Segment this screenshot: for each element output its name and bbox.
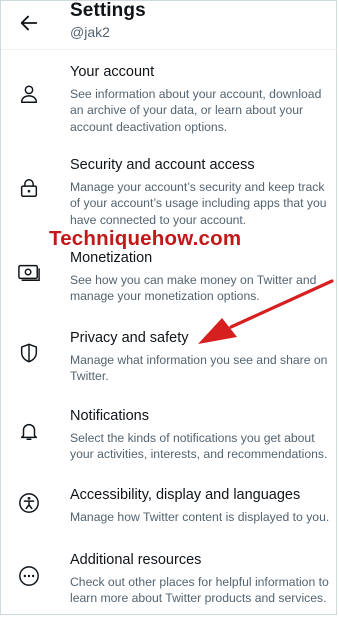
accessibility-icon [17,491,41,515]
settings-item-security[interactable]: Security and account access Manage your … [1,157,338,227]
settings-item-description: See information about your account, down… [70,87,322,134]
settings-item-additional-resources[interactable]: Additional resources Check out other pla… [1,552,338,606]
settings-item-description: Check out other places for helpful infor… [70,575,329,606]
settings-item-label: Your account [70,64,155,80]
settings-item-label: Security and account access [70,157,255,173]
bell-icon [17,419,41,443]
shield-icon [17,341,41,365]
more-icon [17,564,41,588]
settings-item-label: Privacy and safety [70,330,189,346]
settings-item-privacy[interactable]: Privacy and safety Manage what informati… [1,330,338,383]
settings-item-label: Accessibility, display and languages [70,487,301,503]
settings-item-description: Manage what information you see and shar… [70,353,328,384]
settings-item-notifications[interactable]: Notifications Select the kinds of notifi… [1,408,338,461]
header: Settings @jak2 [1,0,338,50]
watermark-text: Techniquehow.com [49,227,242,250]
back-button[interactable] [15,9,43,37]
arrow-left-icon [20,15,38,31]
settings-item-label: Additional resources [70,552,202,568]
settings-item-description: Manage your account’s security and keep … [70,180,327,227]
screen-frame: Settings @jak2 Your account See informat… [0,0,338,615]
lock-icon [17,176,41,200]
settings-item-label: Monetization [70,250,153,266]
money-icon [17,260,41,284]
settings-item-accessibility[interactable]: Accessibility, display and languages Man… [1,487,338,524]
account-handle: @jak2 [70,24,110,40]
settings-item-monetization[interactable]: Monetization See how you can make money … [1,250,338,303]
person-icon [17,82,41,106]
settings-item-your-account[interactable]: Your account See information about your … [1,64,338,134]
settings-item-label: Notifications [70,408,149,424]
settings-item-description: Manage how Twitter content is displayed … [70,510,330,524]
settings-item-description: See how you can make money on Twitter an… [70,273,317,304]
page-title: Settings [70,0,146,21]
settings-item-description: Select the kinds of notifications you ge… [70,431,328,462]
